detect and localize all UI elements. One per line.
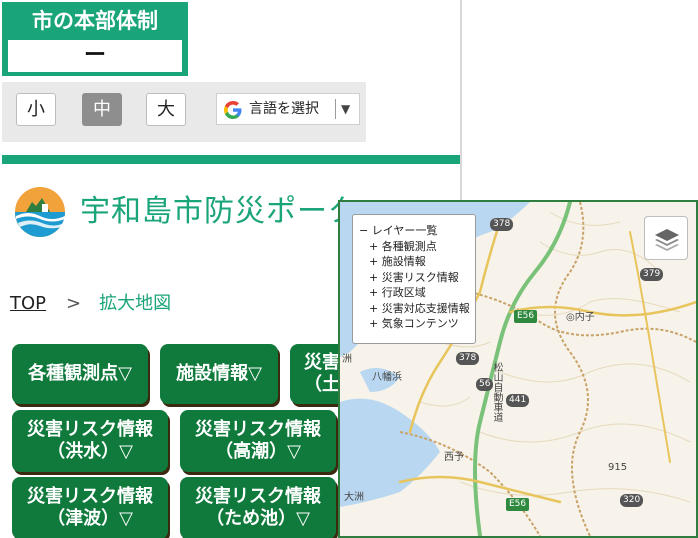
divider	[335, 99, 336, 119]
map-view[interactable]: − レイヤー一覧 + 各種観測点 + 施設情報 + 災害リスク情報 + 行政区域…	[338, 200, 698, 538]
chevron-down-icon: ▼	[341, 102, 351, 116]
language-select[interactable]: 言語を選択 ▼	[216, 93, 360, 125]
layer-list-panel[interactable]: − レイヤー一覧 + 各種観測点 + 施設情報 + 災害リスク情報 + 行政区域…	[352, 214, 476, 344]
route-shield: 56	[476, 378, 494, 391]
layer-item-observation[interactable]: + 各種観測点	[359, 239, 469, 255]
breadcrumb-separator: >	[66, 293, 82, 314]
layer-item-disaster-support[interactable]: + 災害対応支援情報	[359, 301, 470, 317]
category-label: 災害リスク情報	[195, 486, 321, 507]
route-shield: 378	[456, 352, 480, 365]
layer-item-disaster-risk[interactable]: + 災害リスク情報	[359, 270, 469, 286]
map-place-label: 西予	[444, 452, 464, 463]
breadcrumb: TOP > 拡大地図	[10, 292, 171, 316]
map-place-label: 八幡浜	[372, 372, 402, 383]
category-button-facilities[interactable]: 施設情報▽	[160, 344, 278, 404]
category-button-risk-flood[interactable]: 災害リスク情報 （洪水）▽	[12, 410, 168, 472]
hq-status-box: 市の本部体制 ー	[2, 2, 188, 76]
google-icon	[224, 101, 242, 119]
layers-toggle-button[interactable]	[644, 216, 688, 260]
category-button-observation[interactable]: 各種観測点▽	[12, 344, 148, 404]
category-label: 災害リスク情報	[27, 419, 153, 440]
hq-title: 市の本部体制	[32, 9, 158, 33]
route-shield: 378	[490, 218, 514, 231]
map-place-label: 大洲	[344, 492, 364, 503]
category-label: 各種観測点▽	[28, 363, 132, 384]
route-shield: 320	[620, 494, 644, 507]
layer-list-header[interactable]: − レイヤー一覧	[359, 223, 469, 239]
layers-icon	[655, 229, 679, 251]
route-shield: E56	[514, 310, 538, 323]
font-size-large-button[interactable]: 大	[146, 93, 186, 126]
map-place-label: ◎内子	[566, 312, 595, 323]
category-button-risk-reservoir[interactable]: 災害リスク情報 （ため池）▽	[180, 477, 336, 538]
city-logo[interactable]	[12, 186, 68, 238]
font-size-small-button[interactable]: 小	[16, 93, 56, 126]
layer-item-admin-area[interactable]: + 行政区域	[359, 285, 469, 301]
category-sublabel: （津波）▽	[47, 508, 133, 529]
category-label: 災害リスク情報	[195, 419, 321, 440]
site-title[interactable]: 宇和島市防災ポータ	[80, 192, 359, 232]
category-sublabel: （ため池）▽	[206, 508, 310, 529]
category-sublabel: （高潮）▽	[215, 441, 301, 462]
route-shield: 441	[506, 394, 530, 407]
route-shield: 379	[640, 268, 664, 281]
breadcrumb-top-link[interactable]: TOP	[10, 293, 46, 314]
category-label: 施設情報▽	[176, 363, 262, 384]
language-select-label: 言語を選択	[249, 101, 319, 117]
map-spot-label: 洲	[342, 354, 352, 365]
map-spot-label: 915	[608, 462, 628, 473]
category-button-risk-storm-surge[interactable]: 災害リスク情報 （高潮）▽	[180, 410, 336, 472]
category-sublabel: （洪水）▽	[47, 441, 133, 462]
category-label: 災害リスク情報	[27, 486, 153, 507]
layer-item-weather[interactable]: + 気象コンテンツ	[359, 316, 469, 332]
map-expressway-label: 松山自動車道	[491, 362, 502, 422]
route-shield: E56	[506, 498, 530, 511]
breadcrumb-current: 拡大地図	[99, 293, 172, 314]
category-button-risk-tsunami[interactable]: 災害リスク情報 （津波）▽	[12, 477, 168, 538]
layer-item-facilities[interactable]: + 施設情報	[359, 254, 469, 270]
font-size-medium-button[interactable]: 中	[82, 93, 122, 126]
header-divider	[2, 155, 460, 164]
hq-status-value: ー	[8, 40, 182, 72]
